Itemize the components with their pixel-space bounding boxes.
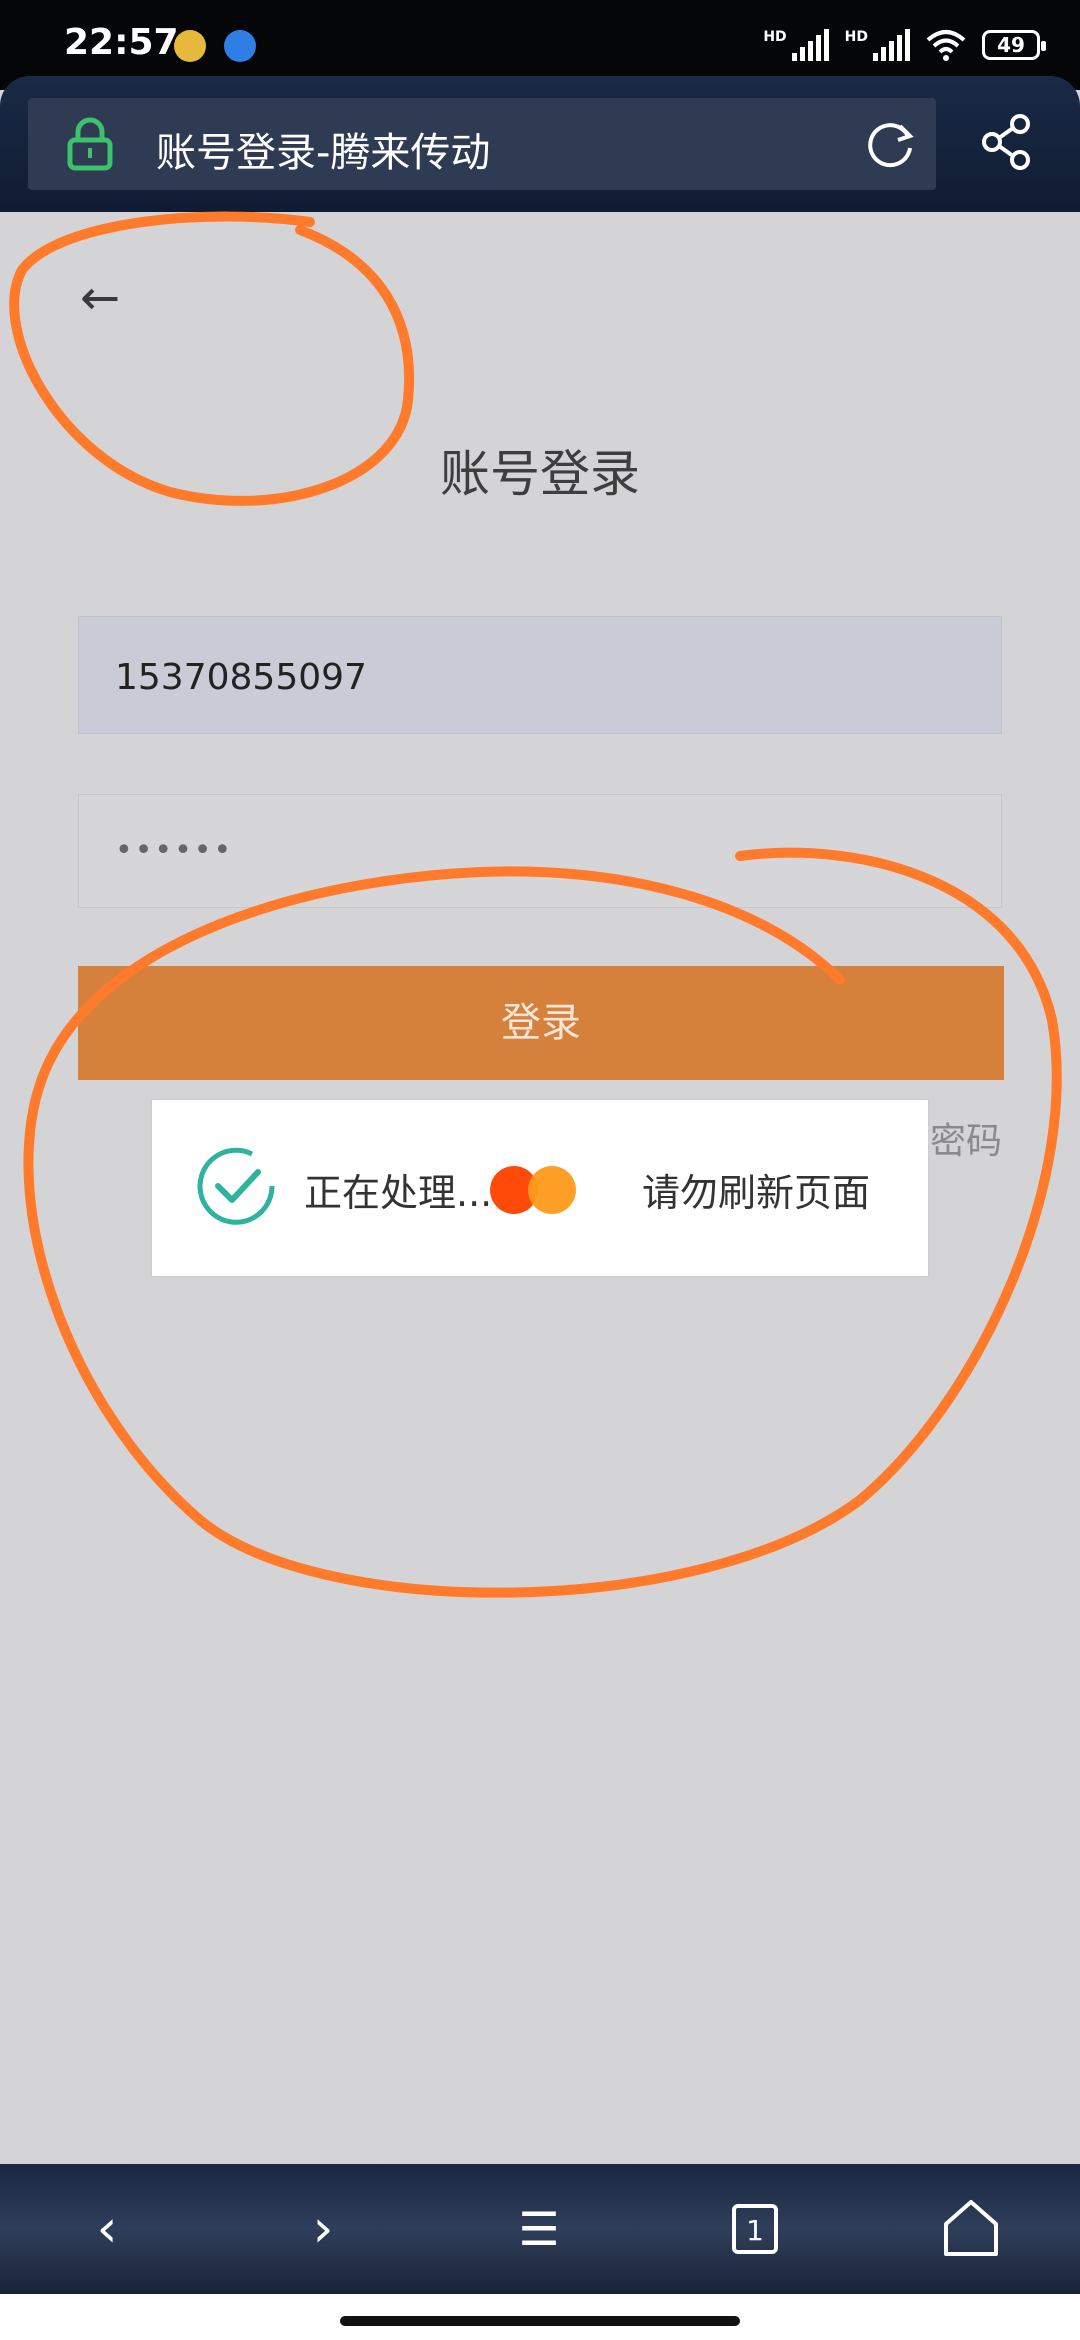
network-type-label: HD [763, 29, 787, 45]
tabs-icon: 1 [732, 2204, 778, 2254]
page-title: 账号登录 [440, 445, 640, 503]
browser-header: 账号登录-腾来传动 [0, 76, 1080, 212]
address-bar[interactable]: 账号登录-腾来传动 [28, 98, 936, 190]
processing-toast: 正在处理... 请勿刷新页面 [152, 1100, 928, 1276]
tabs-button[interactable]: 1 [720, 2194, 790, 2264]
gesture-bar [0, 2294, 1080, 2340]
network-type-label-2: HD [844, 29, 868, 45]
signal-icon: HD [763, 29, 829, 61]
nav-back-button[interactable]: ‹ [72, 2194, 142, 2264]
shield-icon [224, 30, 256, 62]
refresh-warning: 请勿刷新页面 [642, 1171, 871, 1215]
share-icon[interactable] [978, 114, 1034, 170]
browser-bottom-nav: ‹ › ☰ 1 [0, 2164, 1080, 2294]
nav-forward-button[interactable]: › [288, 2194, 358, 2264]
home-button[interactable] [936, 2194, 1006, 2264]
wifi-icon [926, 30, 966, 61]
processing-text: 正在处理... [304, 1171, 493, 1215]
home-indicator[interactable] [340, 2316, 740, 2326]
battery-icon: 49 [982, 30, 1046, 60]
lock-icon [67, 117, 113, 171]
loading-dot [528, 1166, 576, 1214]
status-indicators: HD HD 49 [763, 28, 1046, 62]
signal-icon-2: HD [845, 29, 910, 61]
phone-input[interactable]: 15370855097 [78, 616, 1002, 734]
login-button[interactable]: 登录 [78, 966, 1004, 1080]
status-time: 22:57 [64, 22, 179, 63]
back-arrow-icon[interactable]: ← [80, 270, 120, 326]
tab-count: 1 [746, 2214, 764, 2247]
check-icon [197, 1147, 275, 1225]
home-icon [944, 2200, 998, 2256]
password-input[interactable]: •••••• [78, 794, 1002, 908]
notification-icon [174, 30, 206, 62]
reload-icon[interactable] [862, 116, 918, 172]
menu-button[interactable]: ☰ [504, 2194, 574, 2264]
page-title-in-address-bar: 账号登录-腾来传动 [156, 130, 491, 176]
forgot-password-link[interactable]: 密码 [930, 1112, 1002, 1164]
loading-dots-icon [488, 1166, 598, 1216]
